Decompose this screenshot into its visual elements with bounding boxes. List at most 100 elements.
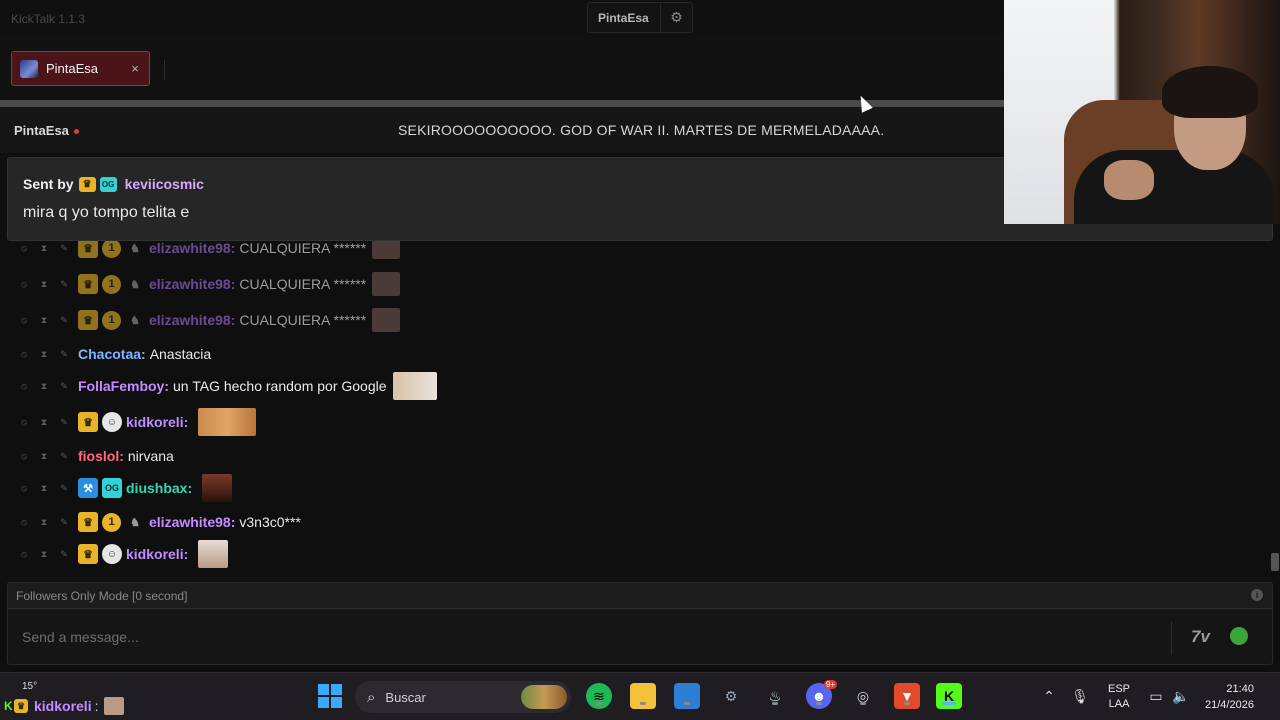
timeout-icon[interactable]: ⧗ <box>34 344 54 364</box>
obs-icon[interactable]: ◎ <box>850 683 876 709</box>
channel-avatar <box>20 59 38 78</box>
pin-icon[interactable]: ✎ <box>54 274 74 294</box>
timeout-icon[interactable]: ⧗ <box>34 274 54 294</box>
timeout-icon[interactable]: ⧗ <box>34 238 54 258</box>
info-icon[interactable]: i <box>1251 589 1263 601</box>
sub-badge-icon: 1 <box>102 512 121 532</box>
message-input[interactable] <box>22 623 1152 651</box>
search-highlight-image <box>521 685 567 709</box>
timeout-icon[interactable]: ⧗ <box>34 544 54 564</box>
lang-bottom: LAA <box>1108 698 1130 710</box>
pin-icon[interactable]: ✎ <box>54 544 74 564</box>
chat-username[interactable]: FollaFemboy: <box>78 378 169 394</box>
chat-input-box[interactable]: 7v <box>7 608 1273 665</box>
crown-badge-icon: ♛ <box>14 699 28 713</box>
tab-label[interactable]: PintaEsa <box>46 61 125 76</box>
chat-username[interactable]: elizawhite98: <box>149 240 235 256</box>
ban-icon[interactable]: ⦸ <box>14 310 34 330</box>
user-badge-icon: ♞ <box>130 516 140 529</box>
stream-title: SEKIROOOOOOOOOO. GOD OF WAR II. MARTES D… <box>398 122 885 138</box>
channel-name: PintaEsa <box>14 123 79 138</box>
channel-switcher-label[interactable]: PintaEsa <box>588 11 660 25</box>
chat-username[interactable]: elizawhite98: <box>149 276 235 292</box>
brave-browser-icon[interactable]: ▼ <box>894 683 920 709</box>
network-icon[interactable]: ▭ <box>1143 683 1169 709</box>
chat-username[interactable]: kidkoreli: <box>126 546 188 562</box>
language-indicator[interactable]: ESP LAA <box>1108 673 1130 720</box>
chat-message: ⦸ ⧗ ✎ ♛ 1 ♞ elizawhite98: v3n3c0*** <box>0 508 301 536</box>
discord-icon[interactable]: ☻ 9+ <box>806 680 837 709</box>
user-badge-icon: ♞ <box>130 278 140 291</box>
weather-temp[interactable]: 15° <box>22 681 37 692</box>
horizontal-scrollbar[interactable] <box>0 100 1004 107</box>
close-icon[interactable]: × <box>125 61 145 76</box>
active-indicator <box>942 702 956 705</box>
timeout-icon[interactable]: ⧗ <box>34 446 54 466</box>
chat-username[interactable]: Chacotaa: <box>78 346 146 362</box>
crown-badge-icon: ♛ <box>78 544 98 564</box>
chat-text: un TAG hecho random por Google <box>173 378 387 394</box>
file-explorer-icon[interactable] <box>630 683 656 709</box>
settings-gear-icon[interactable]: ⚙ <box>718 683 744 709</box>
timeout-icon[interactable]: ⧗ <box>34 376 54 396</box>
pin-icon[interactable]: ✎ <box>54 344 74 364</box>
pin-icon[interactable]: ✎ <box>54 512 74 532</box>
start-button[interactable] <box>317 683 343 709</box>
chat-username[interactable]: elizawhite98: <box>149 514 235 530</box>
ban-icon[interactable]: ⦸ <box>14 238 34 258</box>
kicktalk-app-icon[interactable]: K <box>936 683 962 709</box>
tab-bar: PintaEsa × <box>0 36 1004 100</box>
sent-by-label: Sent by <box>23 176 74 192</box>
pin-icon[interactable]: ✎ <box>54 310 74 330</box>
system-clock[interactable]: 21:40 21/4/2026 <box>1205 673 1254 720</box>
webcam-overlay <box>1004 0 1280 224</box>
chat-username[interactable]: kidkoreli: <box>126 414 188 430</box>
pin-icon[interactable]: ✎ <box>54 238 74 258</box>
timeout-icon[interactable]: ⧗ <box>34 478 54 498</box>
gear-icon[interactable]: ⚙ <box>660 3 692 32</box>
volume-icon[interactable]: 🔈 <box>1168 683 1194 709</box>
kick-emote-icon[interactable] <box>1230 627 1248 645</box>
chat-username[interactable]: diushbax: <box>126 480 192 496</box>
tab-pintaesa[interactable]: PintaEsa × <box>11 51 150 86</box>
sent-by-username[interactable]: keviicosmic <box>125 176 204 192</box>
ban-icon[interactable]: ⦸ <box>14 412 34 432</box>
crown-badge-icon: ♛ <box>78 238 98 258</box>
chat-message: ⦸ ⧗ ✎ ♛ ☺ kidkoreli: <box>0 408 257 436</box>
ban-icon[interactable]: ⦸ <box>14 446 34 466</box>
webcam-person-hair <box>1162 66 1258 118</box>
pin-icon[interactable]: ✎ <box>54 478 74 498</box>
timeout-icon[interactable]: ⧗ <box>34 412 54 432</box>
seventv-emote-icon[interactable]: 7v <box>1191 627 1210 647</box>
chat-scrollbar[interactable] <box>1271 553 1279 571</box>
mod-actions: ⦸ ⧗ ✎ <box>14 512 74 532</box>
photos-icon[interactable] <box>674 683 700 709</box>
spotify-icon[interactable]: ≋ <box>586 683 612 709</box>
ban-icon[interactable]: ⦸ <box>14 478 34 498</box>
clock-time: 21:40 <box>1226 683 1254 695</box>
chevron-up-icon[interactable]: ⌃ <box>1036 683 1062 709</box>
ban-icon[interactable]: ⦸ <box>14 376 34 396</box>
crown-badge-icon: ♛ <box>78 412 98 432</box>
taskbar-search[interactable]: ⌕ Buscar <box>355 681 571 713</box>
notification-badge: 9+ <box>823 680 837 689</box>
steam-icon[interactable]: ♨ <box>762 683 788 709</box>
channel-switcher[interactable]: PintaEsa ⚙ <box>587 2 693 33</box>
chat-username[interactable]: fioslol: <box>78 448 124 464</box>
search-icon: ⌕ <box>367 688 376 706</box>
pin-icon[interactable]: ✎ <box>54 376 74 396</box>
chat-username[interactable]: elizawhite98: <box>149 312 235 328</box>
microphone-icon[interactable]: 🎙 <box>1067 683 1093 709</box>
timeout-icon[interactable]: ⧗ <box>34 310 54 330</box>
timeout-icon[interactable]: ⧗ <box>34 512 54 532</box>
pin-icon[interactable]: ✎ <box>54 446 74 466</box>
chat-list[interactable]: ⦸ ⧗ ✎ ♛ 1 ♞ elizawhite98: CUALQUIERA ***… <box>0 230 1272 580</box>
ban-icon[interactable]: ⦸ <box>14 544 34 564</box>
ban-icon[interactable]: ⦸ <box>14 274 34 294</box>
mod-actions: ⦸ ⧗ ✎ <box>14 446 74 466</box>
pin-icon[interactable]: ✎ <box>54 412 74 432</box>
ban-icon[interactable]: ⦸ <box>14 512 34 532</box>
tab-divider <box>164 60 165 80</box>
ban-icon[interactable]: ⦸ <box>14 344 34 364</box>
og-badge-icon: OG <box>102 478 122 498</box>
